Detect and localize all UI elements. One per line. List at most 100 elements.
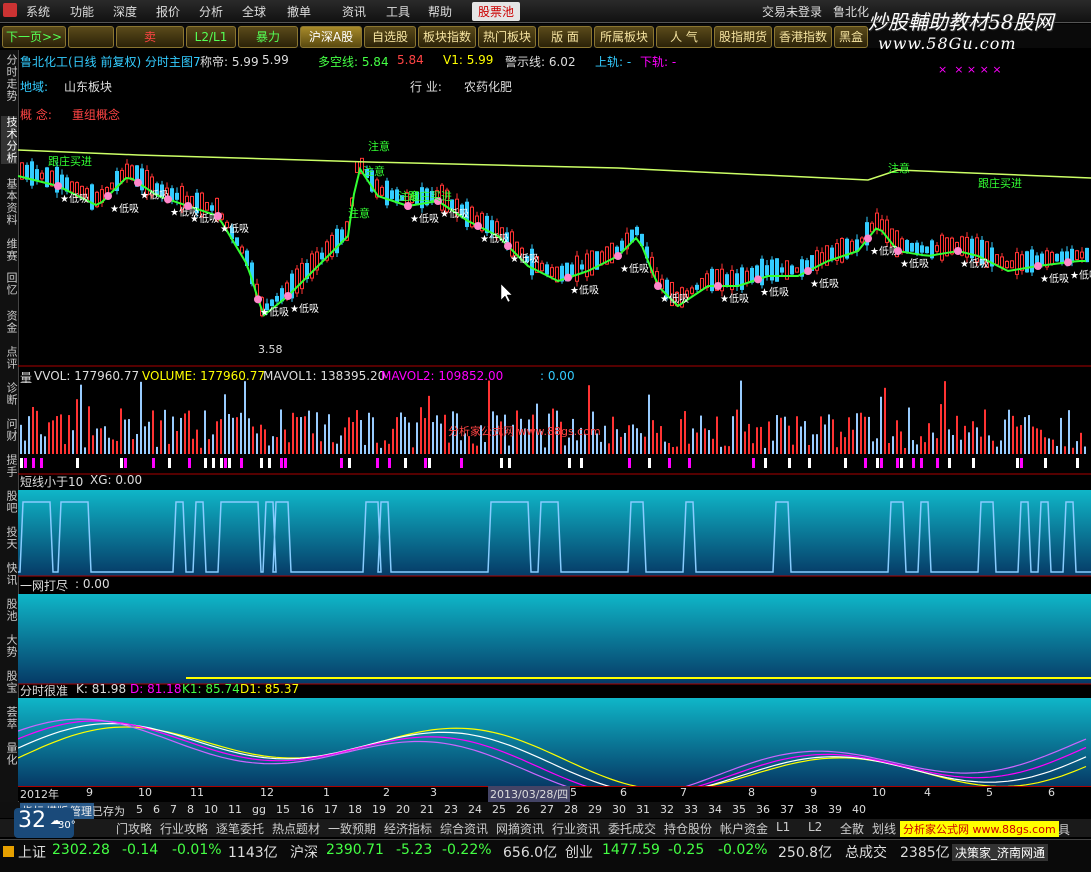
app-logo-icon[interactable] [3,3,17,17]
page-tab[interactable]: 38 [804,803,818,816]
function-tab[interactable]: 帐户资金 [720,820,768,837]
page-tab[interactable]: 35 [732,803,746,816]
page-tab[interactable]: 16 [300,803,314,816]
l2-l1-button[interactable]: L2/L1 [186,26,236,48]
page-tab[interactable]: 40 [852,803,866,816]
page-tab[interactable]: 24 [468,803,482,816]
vtab-technical[interactable]: 技术分析 [1,116,18,164]
page-tab[interactable]: 17 [324,803,338,816]
function-tab[interactable]: 全散 [840,820,864,837]
vtab-flash[interactable]: 快讯 [1,562,18,586]
tab-index-futures[interactable]: 股指期货 [714,26,772,48]
function-tab[interactable]: 经济指标 [384,820,432,837]
page-tab[interactable]: 29 [588,803,602,816]
function-tab[interactable]: 行业攻略 [160,820,208,837]
menu-help[interactable]: 帮助 [428,3,452,20]
function-tab[interactable]: 一致预期 [328,820,376,837]
vtab-guba[interactable]: 股吧 [1,490,18,514]
menu-tools[interactable]: 工具 [386,3,410,20]
page-tab[interactable]: 37 [780,803,794,816]
vtab-huicui[interactable]: 荟萃 [1,706,18,730]
sell-button[interactable]: 卖 [116,26,184,48]
menu-system[interactable]: 系统 [26,3,50,20]
page-tab[interactable]: 5 [136,803,143,816]
tab-layout[interactable]: 版 面 [538,26,592,48]
menu-quote[interactable]: 报价 [156,3,180,20]
page-tab[interactable]: 19 [372,803,386,816]
function-tab[interactable]: L1 [776,820,790,834]
page-tab[interactable]: 31 [636,803,650,816]
page-tab[interactable]: 28 [564,803,578,816]
menu-news[interactable]: 资讯 [342,3,366,20]
vtab-weisai[interactable]: 维赛 [1,238,18,262]
tab-shenzhen-a[interactable]: 沪深A股 [300,26,362,48]
vtab-stock-pool[interactable]: 股池 [1,598,18,622]
vtab-toutian[interactable]: 投天 [1,526,18,550]
next-page-button[interactable]: 下一页>> [2,26,66,48]
violence-button[interactable]: 暴力 [238,26,298,48]
function-tab[interactable]: 行业资讯 [552,820,600,837]
function-tab[interactable]: L2 [808,820,822,834]
login-status[interactable]: 交易未登录 [762,3,822,20]
menu-function[interactable]: 功能 [70,3,94,20]
page-tab[interactable]: 23 [444,803,458,816]
function-tab[interactable]: 综合资讯 [440,820,488,837]
page-tab[interactable]: 10 [204,803,218,816]
page-tab[interactable]: 20 [396,803,410,816]
tab-hk-index[interactable]: 香港指数 [774,26,832,48]
page-tab[interactable]: 18 [348,803,362,816]
menu-depth[interactable]: 深度 [113,3,137,20]
page-tab[interactable]: 34 [708,803,722,816]
function-tab[interactable]: 热点题材 [272,820,320,837]
page-tab[interactable]: 26 [516,803,530,816]
vtab-fundamentals[interactable]: 基本资料 [1,178,18,226]
function-tab[interactable]: 委托成交 [608,820,656,837]
buy-button[interactable] [68,26,114,48]
vtab-quant[interactable]: 量化 [1,742,18,766]
tab-own-sector[interactable]: 所属板块 [594,26,654,48]
page-tab[interactable]: 33 [684,803,698,816]
menu-analysis[interactable]: 分析 [199,3,223,20]
tab-popularity[interactable]: 人 气 [656,26,712,48]
function-tab[interactable]: 持仓股份 [664,820,712,837]
tab-sector-index[interactable]: 板块指数 [418,26,476,48]
menu-global[interactable]: 全球 [242,3,266,20]
broker-name[interactable]: 决策家_济南网通 [952,844,1049,861]
tab-watchlist[interactable]: 自选股 [364,26,416,48]
vtab-comment[interactable]: 点评 [1,346,18,370]
function-tab[interactable]: 逐笔委托 [216,820,264,837]
vtab-market[interactable]: 大势 [1,634,18,658]
function-tab[interactable]: 门攻略 [116,820,152,837]
page-tab[interactable]: 32 [660,803,674,816]
vtab-funds[interactable]: 资金 [1,310,18,334]
page-tab[interactable]: 8 [187,803,194,816]
page-tab[interactable]: 25 [492,803,506,816]
tab-hot-sectors[interactable]: 热门板块 [478,26,536,48]
status-menu-icon[interactable] [3,846,14,857]
chart-area[interactable]: ★低吸★低吸★低吸★低吸★低吸★低吸★低吸 ★低吸★低吸 ★低吸★低吸★低吸★低吸★… [18,50,1091,786]
page-tab[interactable]: 15 [276,803,290,816]
page-tab[interactable]: 27 [540,803,554,816]
page-tab[interactable]: 39 [828,803,842,816]
vtab-recall[interactable]: 回忆 [1,272,18,296]
vtab-gubao[interactable]: 股宝 [1,670,18,694]
page-tab[interactable]: 已存为 [92,803,125,819]
page-tab[interactable]: 6 [153,803,160,816]
menu-cancel-order[interactable]: 撤单 [287,3,311,20]
page-tab[interactable]: 36 [756,803,770,816]
vtab-diagnose[interactable]: 诊断 [1,382,18,406]
vtab-timeshare[interactable]: 分时走势 [1,54,18,102]
function-tab[interactable]: 网摘资讯 [496,820,544,837]
vtab-tishou[interactable]: 提手 [1,454,18,478]
page-tab[interactable]: 21 [420,803,434,816]
function-tab[interactable]: 划线 [872,820,896,837]
page-tab[interactable]: 11 [228,803,242,816]
tools-label[interactable]: 具 [1058,821,1070,838]
page-tab[interactable]: 7 [170,803,177,816]
page-tab[interactable]: 30 [612,803,626,816]
vtab-wencai[interactable]: 问财 [1,418,18,442]
formula-site-banner[interactable]: 分析家公式网 www.88gs.com [900,821,1059,837]
page-tab[interactable]: gg [252,803,266,816]
tab-blackbox[interactable]: 黑盒 [834,26,868,48]
weather-widget[interactable]: 32 ☁ 30° [14,808,76,838]
